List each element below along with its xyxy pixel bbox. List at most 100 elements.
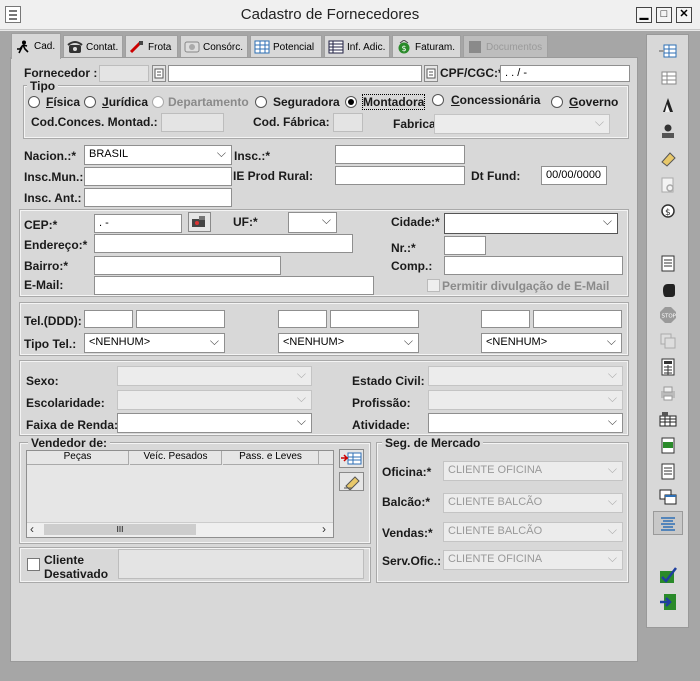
insc-input[interactable] (335, 145, 465, 164)
cep-search-button[interactable] (188, 212, 211, 232)
insc-mun-input[interactable] (84, 167, 232, 186)
toolbar-fire-button[interactable] (653, 93, 683, 117)
insc-ant-input[interactable] (84, 188, 232, 207)
tab-consorc[interactable]: Consórc. (180, 35, 248, 58)
right-toolbar: $ STOP (646, 34, 689, 628)
scroll-right-arrow[interactable]: › (322, 522, 326, 536)
toolbar-copy-button[interactable] (653, 329, 683, 353)
vendas-select[interactable]: CLIENTE BALCÃO (443, 522, 623, 542)
col-veic-pesados[interactable]: Veíc. Pesados (130, 451, 222, 465)
calculator-icon (661, 358, 675, 376)
profissao-label: Profissão: (352, 396, 411, 410)
tel2-number-input[interactable] (330, 310, 419, 328)
toolbar-exit-button[interactable] (653, 590, 683, 614)
nr-input[interactable] (444, 236, 486, 255)
toolbar-document-button[interactable] (653, 251, 683, 275)
tab-faturam[interactable]: $ Faturam. (392, 35, 461, 58)
tab-cad[interactable]: Cad. (11, 33, 61, 59)
radio-seguradora[interactable] (255, 96, 267, 108)
fornecedor-name-input[interactable] (168, 65, 422, 82)
toolbar-print-button[interactable] (653, 381, 683, 405)
consortium-icon (184, 40, 200, 54)
tel3-ddd-input[interactable] (481, 310, 530, 328)
fornecedor-label: Fornecedor : (24, 66, 98, 80)
toolbar-note-button[interactable] (653, 433, 683, 457)
vendedor-add-button[interactable] (339, 449, 364, 468)
toolbar-report-button[interactable] (653, 407, 683, 431)
toolbar-check-button[interactable] (653, 563, 683, 587)
fabricante-select[interactable] (434, 114, 610, 134)
car-icon (129, 40, 145, 54)
toolbar-calculator-button[interactable] (653, 355, 683, 379)
fornecedor-code-input[interactable] (99, 65, 149, 82)
toolbar-add-row-button[interactable] (653, 39, 683, 63)
tel1-number-input[interactable] (136, 310, 225, 328)
scroll-thumb[interactable]: III (44, 524, 196, 535)
radio-governo[interactable] (551, 96, 563, 108)
toolbar-stamp-button[interactable] (653, 119, 683, 143)
cod-conces-input[interactable] (161, 113, 224, 132)
profissao-select[interactable] (428, 390, 623, 410)
estado-civil-select[interactable] (428, 366, 623, 386)
eraser-icon (344, 476, 360, 491)
cpf-label: CPF/CGC:* (440, 66, 503, 80)
escolaridade-select[interactable] (117, 390, 312, 410)
comp-input[interactable] (444, 256, 623, 275)
close-button[interactable]: ✕ (676, 7, 692, 23)
tel2-ddd-input[interactable] (278, 310, 327, 328)
faixa-renda-select[interactable] (117, 413, 312, 433)
tab-frota[interactable]: Frota (125, 35, 178, 58)
atividade-select[interactable] (428, 413, 623, 433)
tel3-number-input[interactable] (533, 310, 622, 328)
toolbar-eraser-button[interactable] (653, 146, 683, 170)
radio-departamento[interactable] (152, 96, 164, 108)
tipo-tel3-select[interactable]: <NENHUM> (481, 333, 622, 353)
uf-select[interactable] (288, 212, 337, 233)
radio-fisica[interactable] (28, 96, 40, 108)
document-icon (467, 40, 483, 54)
oficina-select[interactable]: CLIENTE OFICINA (443, 461, 623, 481)
tab-potencial[interactable]: Potencial (250, 35, 322, 58)
cidade-select[interactable] (444, 213, 618, 234)
radio-concessionaria[interactable] (432, 94, 444, 106)
email-input[interactable] (94, 276, 374, 295)
toolbar-align-button[interactable] (653, 511, 683, 535)
tab-inf-adic[interactable]: Inf. Adic. (324, 35, 390, 58)
nacion-select[interactable]: BRASIL (84, 145, 232, 165)
toolbar-money-bag-button[interactable]: $ (653, 198, 683, 222)
cpf-input[interactable]: . . / - (500, 65, 630, 82)
toolbar-hand-button[interactable] (653, 277, 683, 301)
tab-documentos[interactable]: Documentos (463, 35, 548, 58)
radio-juridica[interactable] (84, 96, 96, 108)
scroll-left-arrow[interactable]: ‹ (30, 522, 34, 536)
endereco-input[interactable] (94, 234, 353, 253)
radio-departamento-label: Departamento (168, 95, 249, 109)
cpf-lookup-button[interactable] (424, 65, 438, 82)
col-pass-leves[interactable]: Pass. e Leves (223, 451, 319, 465)
balcao-select[interactable]: CLIENTE BALCÃO (443, 493, 623, 513)
cod-fabrica-input[interactable] (333, 113, 363, 132)
tipo-tel1-select[interactable]: <NENHUM> (84, 333, 225, 353)
toolbar-stop-button[interactable]: STOP (653, 303, 683, 327)
sexo-select[interactable] (117, 366, 312, 386)
toolbar-window-copy-button[interactable] (653, 485, 683, 509)
toolbar-note-alt-button[interactable] (653, 459, 683, 483)
tipo-tel2-select[interactable]: <NENHUM> (278, 333, 419, 353)
cliente-desativado-checkbox[interactable] (27, 558, 40, 571)
dt-fund-input[interactable]: 00/00/0000 (541, 166, 607, 185)
col-pecas[interactable]: Peças (27, 451, 129, 465)
tel1-ddd-input[interactable] (84, 310, 133, 328)
tab-contat[interactable]: Contat. (63, 35, 123, 58)
toolbar-edit-grid-button[interactable] (653, 66, 683, 90)
radio-montadora[interactable] (345, 96, 357, 108)
fornecedor-lookup-button[interactable] (152, 65, 166, 82)
serv-ofic-select[interactable]: CLIENTE OFICINA (443, 550, 623, 570)
toolbar-preview-button[interactable] (653, 173, 683, 197)
bairro-input[interactable] (94, 256, 281, 275)
vendedor-edit-button[interactable] (339, 472, 364, 491)
cep-input[interactable]: . - (94, 214, 182, 233)
ie-prod-rural-input[interactable] (335, 166, 465, 185)
minimize-button[interactable]: ▁ (636, 7, 652, 23)
permitir-email-checkbox[interactable] (427, 279, 440, 292)
maximize-button[interactable]: □ (656, 7, 672, 23)
